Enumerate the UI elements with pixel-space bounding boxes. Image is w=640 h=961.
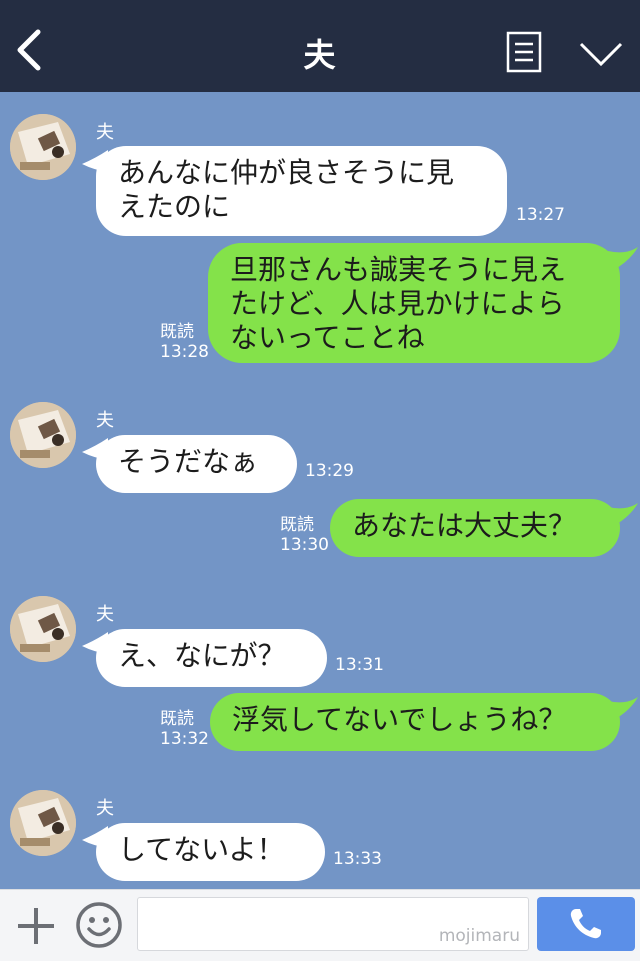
message-line: ないってことね bbox=[230, 321, 425, 354]
avatar[interactable] bbox=[10, 114, 76, 180]
phone-icon bbox=[570, 909, 601, 939]
read-receipt: 既読 bbox=[160, 709, 194, 729]
timestamp: 13:28 bbox=[160, 342, 209, 362]
message-text: してないよ！ bbox=[118, 833, 285, 866]
chat-title: 夫 bbox=[303, 36, 337, 74]
avatar[interactable] bbox=[10, 790, 76, 856]
message-bubble-sent[interactable]: あなたは大丈夫？ bbox=[330, 499, 620, 557]
sender-name: 夫 bbox=[96, 604, 114, 625]
timestamp: 13:30 bbox=[280, 535, 329, 555]
message-bubble-sent[interactable]: 浮気してないでしょうね？ bbox=[210, 693, 620, 751]
timestamp: 13:29 bbox=[305, 461, 354, 481]
sender-name: 夫 bbox=[96, 410, 114, 431]
timestamp: 13:31 bbox=[335, 655, 384, 675]
sender-name: 夫 bbox=[96, 798, 114, 819]
message-line: えたのに bbox=[118, 190, 231, 223]
bubble-tail bbox=[608, 697, 638, 721]
bubble-tail bbox=[608, 247, 638, 271]
message-bubble-received[interactable]: そうだなぁ bbox=[96, 435, 297, 493]
message-text: え、なにが？ bbox=[118, 639, 286, 672]
sender-name: 夫 bbox=[96, 122, 114, 143]
bubble-tail bbox=[608, 503, 638, 527]
timestamp: 13:32 bbox=[160, 729, 209, 749]
call-button[interactable] bbox=[537, 897, 635, 951]
message-line: 旦那さんも誠実そうに見え bbox=[230, 253, 567, 286]
chat-header: 夫 bbox=[0, 0, 640, 92]
avatar[interactable] bbox=[10, 402, 76, 468]
message-bubble-received[interactable]: あんなに仲が良さそうに見 えたのに bbox=[96, 146, 507, 236]
message-text: あなたは大丈夫？ bbox=[352, 509, 577, 542]
menu-icon[interactable] bbox=[506, 31, 542, 73]
read-receipt: 既読 bbox=[160, 322, 194, 342]
message-text: 浮気してないでしょうね？ bbox=[232, 703, 567, 736]
chevron-down-icon[interactable] bbox=[578, 36, 624, 70]
timestamp: 13:27 bbox=[516, 205, 565, 225]
timestamp: 13:33 bbox=[333, 849, 382, 869]
message-line: あんなに仲が良さそうに見 bbox=[118, 156, 455, 189]
message-input[interactable]: mojimaru bbox=[137, 897, 529, 951]
watermark: mojimaru bbox=[438, 926, 520, 946]
smiley-icon[interactable] bbox=[74, 900, 124, 950]
message-bubble-sent[interactable]: 旦那さんも誠実そうに見え たけど、人は見かけによら ないってことね bbox=[208, 243, 620, 363]
message-bubble-received[interactable]: してないよ！ bbox=[96, 823, 325, 881]
message-text: そうだなぁ bbox=[118, 445, 259, 478]
read-receipt: 既読 bbox=[280, 515, 314, 535]
message-line: たけど、人は見かけによら bbox=[230, 287, 565, 320]
avatar[interactable] bbox=[10, 596, 76, 662]
message-bubble-received[interactable]: え、なにが？ bbox=[96, 629, 327, 687]
plus-icon[interactable] bbox=[15, 905, 57, 947]
